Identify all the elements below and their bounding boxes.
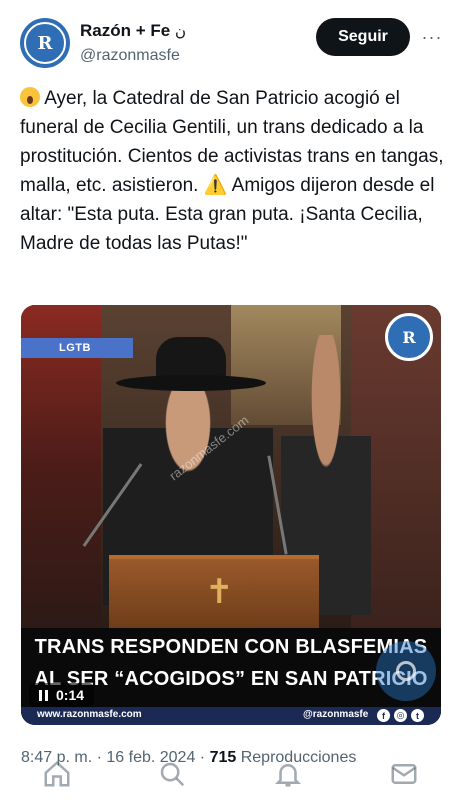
cowboy-hat — [116, 337, 266, 399]
site-url: www.razonmasfe.com — [37, 709, 142, 720]
messages-icon[interactable] — [389, 759, 419, 789]
lectern: ✝ — [109, 555, 319, 635]
author-block[interactable]: Razón + Fe ن @razonmasfe — [80, 20, 186, 67]
display-name[interactable]: Razón + Fe ن — [80, 20, 186, 43]
search-icon[interactable] — [157, 759, 187, 789]
user-handle[interactable]: @razonmasfe — [80, 45, 186, 67]
bottom-tab-bar — [0, 753, 463, 800]
follow-button[interactable]: Seguir — [316, 18, 410, 56]
display-name-text: Razón + Fe — [80, 21, 171, 40]
social-icons: f ◎ t — [377, 709, 424, 722]
status-bar — [0, 0, 463, 8]
tweet-text: Ayer, la Catedral de San Patricio acogió… — [20, 84, 445, 258]
avatar[interactable]: R — [20, 18, 70, 68]
video-frame: ✝ razonmasfe.com LGTB R — [21, 305, 441, 635]
home-icon[interactable] — [42, 759, 72, 789]
video-player[interactable]: ✝ razonmasfe.com LGTB R TRANS RESPONDEN … — [21, 305, 441, 725]
tweet-header: R Razón + Fe ن @razonmasfe Seguir ··· — [20, 18, 445, 70]
avatar-logo: R — [24, 22, 66, 64]
category-tag: LGTB — [21, 338, 133, 358]
playback-control[interactable]: 0:14 — [29, 683, 95, 707]
scream-emoji-icon — [20, 87, 40, 107]
warning-emoji-icon: ⚠️ — [203, 174, 228, 196]
social-handle: @razonmasfe — [303, 709, 369, 720]
name-suffix: ن — [174, 23, 186, 40]
instagram-icon: ◎ — [394, 709, 407, 722]
notifications-icon[interactable] — [273, 759, 303, 789]
more-options-icon[interactable]: ··· — [420, 26, 444, 48]
facebook-icon: f — [377, 709, 390, 722]
channel-logo: R — [385, 313, 433, 361]
twitter-icon: t — [411, 709, 424, 722]
caption-line-1: TRANS RESPONDEN CON BLASFEMIAS — [34, 636, 428, 658]
play-time: 0:14 — [56, 687, 85, 703]
pause-icon[interactable] — [39, 689, 48, 701]
cross-icon: ✝ — [205, 572, 234, 612]
video-footer-bar: www.razonmasfe.com @razonmasfe f ◎ t — [21, 707, 441, 725]
volume-icon[interactable] — [376, 641, 436, 701]
